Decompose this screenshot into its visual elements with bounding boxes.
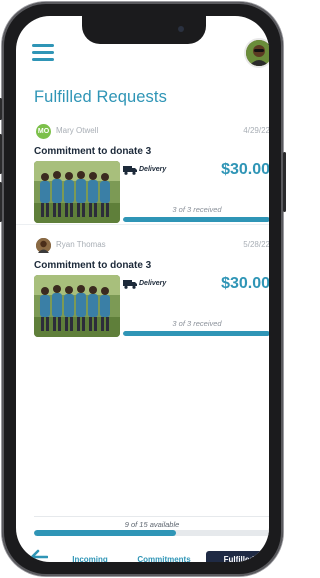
- card-divider: [16, 224, 269, 225]
- mute-switch: [0, 98, 2, 120]
- page-title: Fulfilled Requests: [34, 88, 167, 106]
- user-initials-avatar: MO: [36, 124, 51, 139]
- request-title: Commitment to donate 3: [34, 146, 152, 157]
- delivery-truck-icon: [123, 166, 137, 175]
- profile-photo-icon: [246, 40, 269, 66]
- received-progress-bar: [123, 331, 269, 336]
- tab-fulfilled[interactable]: Fulfilled: [206, 551, 269, 562]
- request-date: 4/29/22: [243, 126, 269, 135]
- available-progress-fill: [34, 530, 176, 536]
- received-progress-bar: [123, 217, 269, 222]
- user-photo-icon: [36, 238, 51, 253]
- app-screen: Fulfilled Requests MO Mary Otwell 4/29/2…: [16, 16, 269, 562]
- request-title: Commitment to donate 3: [34, 260, 152, 271]
- request-amount: $30.00: [221, 275, 269, 292]
- available-progress-bar: [34, 530, 269, 536]
- received-status: 3 of 3 received: [172, 319, 222, 328]
- phone-frame: Fulfilled Requests MO Mary Otwell 4/29/2…: [0, 2, 286, 576]
- group-photo-icon: [34, 275, 120, 337]
- front-camera: [178, 26, 184, 32]
- received-progress-fill: [123, 331, 269, 336]
- delivery-method: Delivery: [139, 166, 167, 173]
- notch: [82, 16, 206, 44]
- volume-down-button: [0, 182, 2, 222]
- request-card[interactable]: Ryan Thomas 5/28/22 Commitment to donate…: [34, 236, 269, 341]
- request-photo: [34, 161, 120, 223]
- delivery-truck-icon: [123, 280, 137, 289]
- tab-incoming[interactable]: Incoming: [62, 551, 118, 562]
- available-count: 9 of 15 available: [124, 520, 180, 529]
- tab-commitments[interactable]: Commitments: [128, 551, 200, 562]
- delivery-method: Delivery: [139, 280, 167, 287]
- request-date: 5/28/22: [243, 240, 269, 249]
- request-photo: [34, 275, 120, 337]
- power-button: [283, 152, 286, 212]
- volume-up-button: [0, 134, 2, 174]
- hamburger-menu-icon[interactable]: [32, 44, 54, 62]
- user-name: Ryan Thomas: [56, 240, 106, 249]
- user-name: Mary Otwell: [56, 126, 99, 135]
- profile-avatar[interactable]: [246, 40, 269, 66]
- user-photo-avatar: [36, 238, 51, 253]
- received-progress-fill: [123, 217, 269, 222]
- group-photo-icon: [34, 161, 120, 223]
- request-card[interactable]: MO Mary Otwell 4/29/22 Commitment to don…: [34, 122, 269, 227]
- back-arrow-icon[interactable]: [30, 549, 48, 562]
- request-amount: $30.00: [221, 161, 269, 178]
- received-status: 3 of 3 received: [172, 205, 222, 214]
- footer-divider: [34, 516, 269, 517]
